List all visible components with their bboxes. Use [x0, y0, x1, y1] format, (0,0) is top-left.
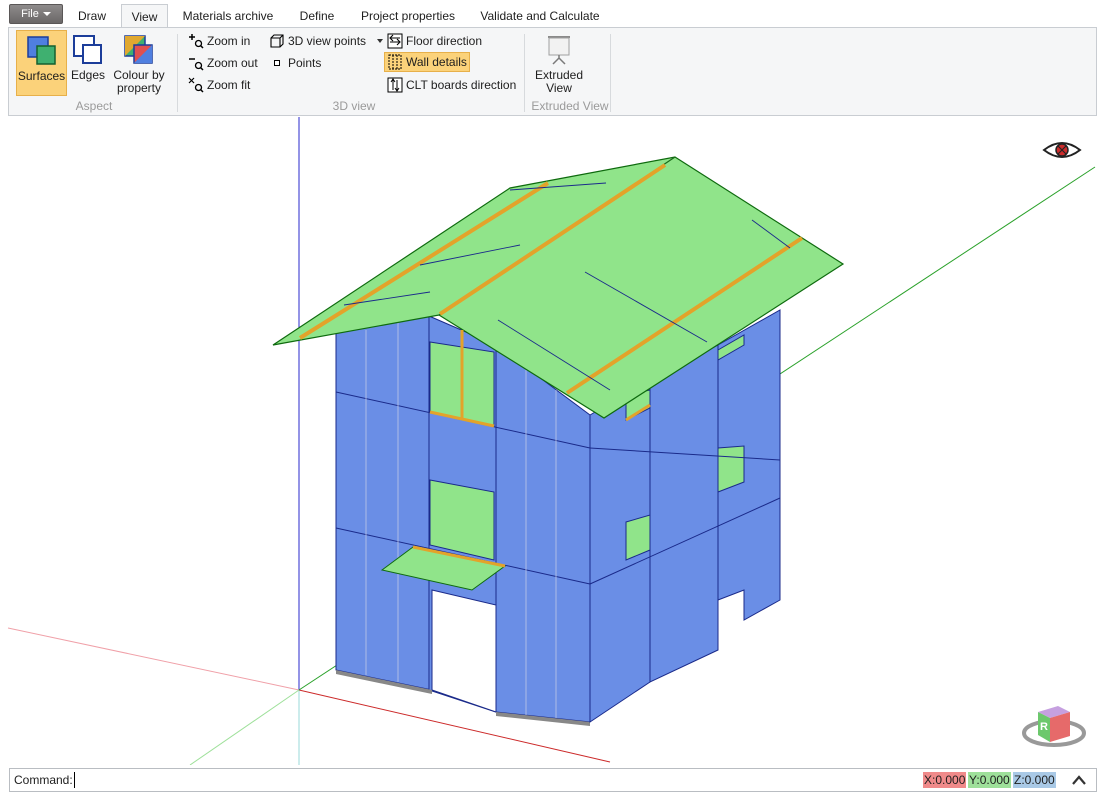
zoom-in-icon: [188, 33, 204, 49]
z-coordinate-value: 0.000: [1024, 773, 1055, 787]
tab-validate-and-calculate[interactable]: Validate and Calculate: [474, 4, 606, 28]
tab-view[interactable]: View: [121, 4, 168, 29]
floor-direction-button[interactable]: Floor direction: [385, 31, 484, 51]
wall-panel[interactable]: [649, 344, 719, 683]
group-separator: [610, 34, 611, 112]
visibility-toggle-icon[interactable]: [1042, 142, 1082, 158]
point-icon: [269, 55, 285, 71]
ribbon-tab-bar: File Draw View Materials archive Define …: [0, 0, 1105, 29]
dropdown-arrow-icon[interactable]: [377, 39, 384, 43]
y-coordinate-label: Y:: [969, 773, 980, 787]
y-coordinate-readout: Y:0.000: [968, 772, 1011, 788]
command-input[interactable]: [74, 772, 874, 788]
extruded-view-button[interactable]: Extruded View: [533, 30, 585, 96]
y-axis-negative-line: [189, 689, 300, 765]
floor-direction-icon: [387, 33, 403, 49]
group-separator: [524, 34, 525, 112]
group-separator: [177, 34, 178, 112]
colour-by-property-label-2: property: [116, 81, 162, 95]
tab-draw[interactable]: Draw: [69, 4, 115, 28]
points-label: Points: [288, 56, 322, 70]
aspect-group-label: Aspect: [75, 99, 113, 113]
zoom-in-button[interactable]: Zoom in: [186, 31, 252, 51]
zoom-out-label: Zoom out: [207, 56, 258, 70]
z-coordinate-label: Z:: [1014, 773, 1025, 787]
wall-details-button[interactable]: Wall details: [384, 52, 470, 72]
x-coordinate-label: X:: [924, 773, 936, 787]
3d-viewport[interactable]: R: [0, 117, 1105, 765]
clt-boards-direction-label: CLT boards direction: [406, 78, 517, 92]
z-coordinate-readout: Z:0.000: [1013, 772, 1056, 788]
surfaces-button[interactable]: Surfaces: [16, 30, 67, 96]
3d-view-group-label: 3D view: [332, 99, 376, 113]
expand-command-button[interactable]: [1068, 771, 1090, 789]
command-bar: Command: X:0.000 Y:0.000 Z:0.000: [9, 768, 1097, 792]
tab-materials-archive[interactable]: Materials archive: [176, 4, 280, 28]
x-coordinate-readout: X:0.000: [923, 772, 967, 788]
clt-boards-direction-button[interactable]: CLT boards direction: [385, 75, 518, 95]
colour-by-property-icon: [123, 34, 155, 66]
chevron-down-icon: [42, 12, 51, 16]
view-cube-icon[interactable]: R: [1022, 706, 1086, 747]
wall-panel[interactable]: [495, 344, 591, 723]
edges-icon: [72, 34, 104, 66]
ribbon-panel: Surfaces Edges Colour by property Aspect: [8, 27, 1097, 116]
colour-by-property-button[interactable]: Colour by property: [111, 30, 167, 96]
wall-details-label: Wall details: [406, 55, 467, 69]
tab-define[interactable]: Define: [290, 4, 344, 28]
cube-icon: [269, 33, 285, 49]
3d-view-points-button[interactable]: 3D view points: [267, 31, 385, 51]
zoom-fit-button[interactable]: Zoom fit: [186, 75, 252, 95]
projector-screen-icon: [543, 34, 575, 66]
door-opening: [431, 589, 497, 713]
extruded-view-group-label: Extruded View: [531, 99, 609, 113]
3d-model-scene[interactable]: R: [0, 117, 1105, 765]
zoom-fit-icon: [188, 77, 204, 93]
3d-view-points-label: 3D view points: [288, 34, 367, 48]
wall-panel[interactable]: [335, 315, 433, 691]
file-menu-button[interactable]: File: [9, 4, 63, 24]
extruded-view-label-2: View: [546, 81, 572, 95]
zoom-out-button[interactable]: Zoom out: [186, 53, 260, 73]
points-button[interactable]: Points: [267, 53, 323, 73]
edges-button[interactable]: Edges: [69, 30, 107, 96]
zoom-fit-label: Zoom fit: [207, 78, 251, 92]
x-axis-negative-line: [7, 627, 300, 691]
file-menu-label: File: [21, 8, 39, 20]
x-coordinate-value: 0.000: [935, 773, 966, 787]
edges-label: Edges: [70, 68, 106, 82]
view-cube-face-label: R: [1040, 721, 1048, 733]
command-label: Command:: [14, 773, 73, 787]
floor-direction-label: Floor direction: [406, 34, 483, 48]
clt-direction-icon: [387, 77, 403, 93]
chevron-up-icon: [1072, 775, 1086, 785]
zoom-in-label: Zoom in: [207, 34, 251, 48]
surfaces-label: Surfaces: [17, 69, 66, 83]
wall-details-icon: [387, 54, 403, 70]
zoom-out-icon: [188, 55, 204, 71]
y-coordinate-value: 0.000: [979, 773, 1010, 787]
surfaces-icon: [26, 35, 58, 67]
tab-project-properties[interactable]: Project properties: [352, 4, 464, 28]
